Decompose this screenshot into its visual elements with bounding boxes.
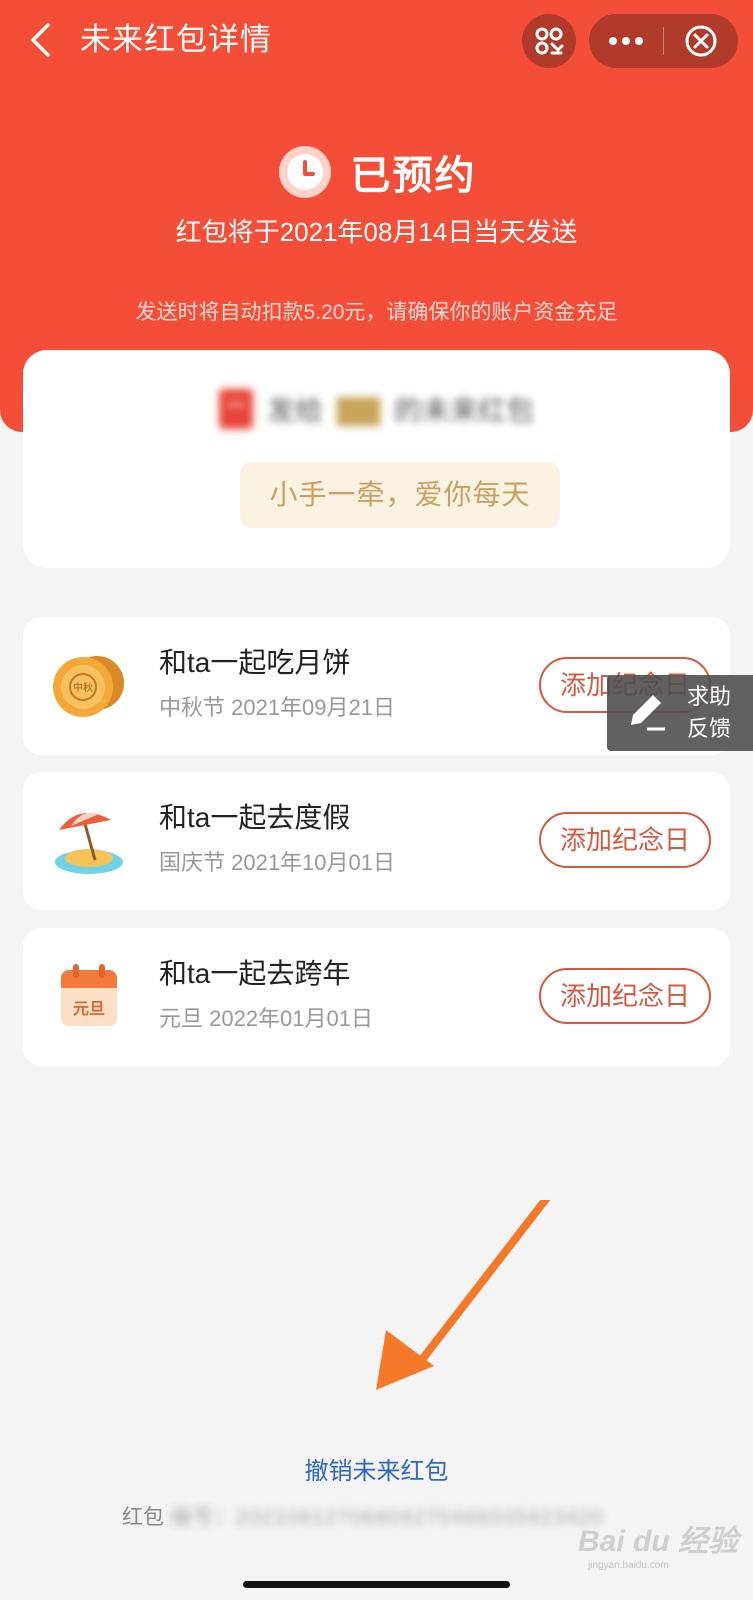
watermark-text: Bai du 经验 [578, 1525, 739, 1558]
help-feedback-button[interactable]: 求助 反馈 [607, 675, 753, 751]
annotation-arrow [376, 1200, 551, 1390]
event-card-new-year: 元旦 和ta一起去跨年 元旦 2022年01月01日 添加纪念日 [23, 928, 730, 1066]
event-date: 中秋节 2021年09月21日 [159, 695, 395, 720]
event-card-national-day: 和ta一起去度假 国庆节 2021年10月01日 添加纪念日 [23, 772, 730, 910]
mooncake-text: 中秋 [73, 681, 93, 694]
scan-icon [535, 27, 564, 55]
blessing-message: 小手一牵，爱你每天 [240, 462, 560, 528]
packet-id-label: 红包 [122, 1506, 164, 1529]
status-label: 已预约 [350, 154, 477, 198]
beach-umbrella-icon [55, 812, 123, 874]
nav-bar: 未来红包详情 [0, 0, 753, 82]
help-label-line2: 反馈 [687, 716, 732, 741]
event-title: 和ta一起吃月饼 [159, 647, 351, 678]
more-dots-icon [609, 37, 643, 45]
mini-program-capsule [589, 14, 738, 68]
red-packet-icon [218, 389, 253, 429]
watermark: Bai du 经验 jingyan.baidu.com [578, 1508, 739, 1571]
recipient-suffix: 的未来红包 [394, 395, 535, 426]
add-anniversary-button[interactable]: 添加纪念日 [539, 968, 711, 1024]
close-button[interactable] [664, 14, 738, 68]
event-date: 国庆节 2021年10月01日 [159, 850, 395, 875]
event-date: 元旦 2022年01月01日 [159, 1006, 373, 1031]
deduct-note: 发送时将自动扣款5.20元，请确保你的账户资金充足 [135, 301, 618, 324]
back-button[interactable] [18, 18, 62, 62]
more-button[interactable] [589, 14, 663, 68]
watermark-url: jingyan.baidu.com [588, 1560, 669, 1571]
scan-button[interactable] [522, 14, 576, 68]
close-circle-icon [685, 25, 717, 57]
add-anniversary-button[interactable]: 添加纪念日 [539, 812, 711, 868]
recipient-name: ▇▇ [336, 393, 381, 425]
page-title: 未来红包详情 [80, 22, 272, 57]
chevron-left-icon [31, 23, 50, 57]
message-card: 发给 ▇▇ 的未来红包 小手一牵，爱你每天 [23, 350, 730, 568]
cancel-red-packet-link[interactable]: 撤销未来红包 [0, 1452, 753, 1492]
calendar-newyear-icon: 元旦 [61, 964, 117, 1026]
calendar-icon-text: 元旦 [73, 999, 105, 1018]
clock-icon [278, 146, 331, 198]
event-title: 和ta一起去度假 [159, 802, 351, 833]
home-indicator[interactable] [243, 1581, 510, 1588]
edit-pen-icon [631, 695, 665, 731]
help-label-line1: 求助 [687, 684, 732, 709]
recipient-prefix: 发给 [266, 395, 323, 426]
help-feedback-label: 求助 反馈 [687, 681, 731, 745]
event-title: 和ta一起去跨年 [159, 958, 351, 989]
packet-id: 红包 编号：20210812706809270466035923420 [122, 1500, 604, 1536]
recipient-line: 发给 ▇▇ 的未来红包 [23, 386, 730, 432]
send-date-text: 红包将于2021年08月14日当天发送 [175, 217, 578, 247]
mooncake-icon: 中秋 [53, 656, 124, 717]
status-row: 已预约 [0, 140, 753, 204]
packet-id-value: 编号：20210812706809270466035923420 [170, 1506, 604, 1529]
